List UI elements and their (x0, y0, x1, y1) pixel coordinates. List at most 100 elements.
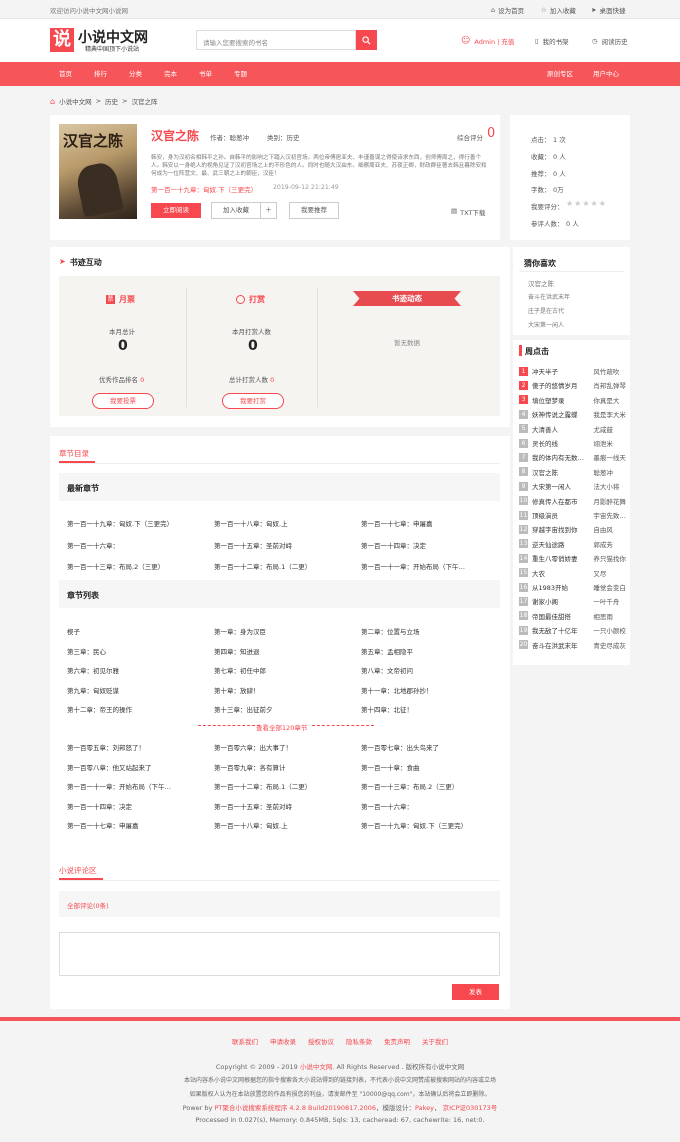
chapter-link[interactable]: 第一百一十章：食曲 (361, 762, 493, 772)
chapter-link[interactable]: 第三章：民心 (67, 646, 199, 656)
nav-item-rank[interactable]: 排行 (94, 62, 107, 86)
rank-book-name[interactable]: 汉官之陈 (532, 467, 593, 477)
guess-item[interactable]: 汉官之陈 (528, 278, 554, 288)
search-button[interactable] (356, 30, 377, 50)
reward-button[interactable]: 我要打赏 (222, 393, 284, 409)
rank-book-name[interactable]: 我的体内有无数… (532, 452, 593, 462)
add-to-shelf-button[interactable]: 加入收藏 (211, 202, 261, 219)
txt-download-link[interactable]: ▤ TXT下载 (451, 207, 485, 217)
chapter-link[interactable]: 第一百一十八章：匈奴.上 (214, 820, 346, 830)
rank-book-name[interactable]: 穿越字宙找到你 (532, 524, 593, 534)
weekly-rank-row[interactable]: 15 大农 又尽 (519, 567, 627, 579)
chapter-link[interactable]: 第一百一十六章： (361, 801, 493, 811)
rank-book-name[interactable]: 逆天仙途路 (532, 539, 593, 549)
nav-item-original[interactable]: 原创专区 (547, 62, 573, 86)
chapter-link[interactable]: 第八章：文帝初问 (361, 665, 493, 675)
weekly-rank-row[interactable]: 9 大宋第一闲人 法大小将 (519, 480, 627, 492)
recommend-button[interactable]: 我要推荐 (289, 202, 339, 219)
all-comments-link[interactable]: 全部评论(0条) (67, 900, 109, 910)
chapter-link[interactable]: 第一百一十七章：申屠嘉 (67, 820, 199, 830)
guess-item[interactable]: 大宋第一闲人 (528, 320, 564, 329)
site-logo[interactable]: 说 (50, 28, 74, 52)
chapter-link[interactable]: 第五章：孟相隐平 (361, 646, 493, 656)
chapter-link[interactable]: 第一百一十九章：匈奴.下（三更完） (361, 820, 493, 830)
chapter-link[interactable]: 第一百零八章：他又站起来了 (67, 762, 199, 772)
nav-item-home[interactable]: 首页 (59, 62, 72, 86)
weekly-rank-row[interactable]: 6 灵长的线 翊泄米 (519, 437, 627, 449)
chapter-link[interactable]: 第九章：匈奴贬谋 (67, 685, 199, 695)
rating-stars[interactable]: ★★★★★ (566, 199, 607, 208)
book-author[interactable]: 聪葱冲 (230, 134, 250, 142)
rank-book-name[interactable]: 帝国最佳甜搭 (532, 611, 593, 621)
chapter-link[interactable]: 第十二章：帝王的操作 (67, 704, 199, 714)
rank-book-name[interactable]: 大农 (532, 568, 593, 578)
chapter-link[interactable]: 第一百一十一章：开始布局（下午… (67, 781, 199, 791)
book-category[interactable]: 历史 (287, 134, 300, 142)
chapter-link[interactable]: 第一百一十四章：决定 (67, 801, 199, 811)
tab-catalog[interactable]: 章节目录 (59, 448, 89, 459)
add-plus-button[interactable]: ＋ (260, 202, 277, 219)
nav-item-topic[interactable]: 专题 (234, 62, 247, 86)
chapter-link[interactable]: 楔子 (67, 626, 199, 636)
bookshelf-link[interactable]: ▯ 我的书架 (535, 36, 569, 46)
weekly-rank-row[interactable]: 1 冲天半子 风竹疏吹 (519, 365, 627, 377)
chapter-link[interactable]: 第一百一十一章：开始布局（下午… (361, 561, 493, 571)
weekly-rank-row[interactable]: 10 修真传人在都市 月影醉花舞 (519, 495, 627, 507)
set-home-link[interactable]: ⌂ 设为首页 (491, 5, 524, 15)
chapter-link[interactable]: 第六章：初见尔雅 (67, 665, 199, 675)
weekly-rank-row[interactable]: 4 妖神传说之露蝶 我是李大米 (519, 408, 627, 420)
rank-book-name[interactable]: 灵长的线 (532, 438, 593, 448)
chapter-link[interactable]: 第七章：初任中郎 (214, 665, 346, 675)
weekly-rank-row[interactable]: 2 傻子的悠情岁月 肖邦乱弹琴 (519, 379, 627, 391)
chapter-link[interactable]: 第一百零七章：出头鸟来了 (361, 742, 493, 752)
chapter-link[interactable]: 第一百零九章：各有算计 (214, 762, 346, 772)
chapter-link[interactable]: 第一章：身为汉臣 (214, 626, 346, 636)
weekly-rank-row[interactable]: 14 重生八零俏娇妻 养只猫找你 (519, 552, 627, 564)
rank-book-name[interactable]: 重生八零俏娇妻 (532, 553, 593, 563)
chapter-link[interactable]: 第一百一十四章：决定 (361, 540, 493, 550)
read-now-button[interactable]: 立即阅读 (151, 203, 201, 218)
latest-chapter-link[interactable]: 第一百一十九章：匈奴.下（三更完） (151, 184, 257, 194)
chapter-link[interactable]: 第一百一十五章：圣前对峙 (214, 801, 346, 811)
weekly-rank-row[interactable]: 16 从1983开始 睡觉会变白 (519, 581, 627, 593)
rank-book-name[interactable]: 谢家小阁 (532, 596, 593, 606)
chapter-link[interactable]: 第四章：知进退 (214, 646, 346, 656)
chapter-link[interactable]: 第一百零五章：刘邦怒了！ (67, 742, 199, 752)
footer-link-privacy[interactable]: 隐私条款 (346, 1036, 372, 1046)
weekly-rank-row[interactable]: 18 帝国最佳甜搭 相思雨 (519, 610, 627, 622)
chapter-link[interactable]: 第一百一十七章：申屠嘉 (361, 518, 493, 528)
weekly-rank-row[interactable]: 5 大清善人 尤咸鼓 (519, 423, 627, 435)
reading-history-link[interactable]: ◷ 阅读历史 (592, 36, 628, 46)
footer-link-about[interactable]: 关于我们 (422, 1036, 448, 1046)
chapter-link[interactable]: 第一百一十五章：圣前对峙 (214, 540, 346, 550)
rank-book-name[interactable]: 大清善人 (532, 424, 593, 434)
rank-book-name[interactable]: 我无敌了十亿年 (532, 625, 593, 635)
breadcrumb-category[interactable]: 历史 (105, 96, 118, 106)
rank-book-name[interactable]: 顶级演员 (532, 510, 593, 520)
user-account-link[interactable]: ☺ Admin | 充值 (461, 36, 514, 46)
weekly-rank-row[interactable]: 13 逆天仙途路 郭成芳 (519, 538, 627, 550)
nav-item-category[interactable]: 分类 (129, 62, 142, 86)
weekly-rank-row[interactable]: 20 奋斗在洪武末年 青史尽成灰 (519, 639, 627, 651)
search-input[interactable]: 请输入您要搜索的书名 (196, 30, 356, 50)
weekly-rank-row[interactable]: 12 穿越字宙找到你 自由风 (519, 523, 627, 535)
chapter-link[interactable]: 第一百一十九章：匈奴.下（三更完） (67, 518, 199, 528)
weekly-rank-row[interactable]: 7 我的体内有无数… 墨痕一线天 (519, 451, 627, 463)
rank-book-name[interactable]: 填位塑梦录 (532, 395, 593, 405)
rank-book-name[interactable]: 妖神传说之露蝶 (532, 409, 593, 419)
weekly-rank-row[interactable]: 8 汉官之陈 聪葱冲 (519, 466, 627, 478)
chapter-link[interactable]: 第一百零六章：出大事了！ (214, 742, 346, 752)
submit-comment-button[interactable]: 发表 (452, 984, 499, 1000)
chapter-link[interactable]: 第一百一十三章：布局.2（三更） (361, 781, 493, 791)
chapter-link[interactable]: 第十三章：出征前夕 (214, 704, 346, 714)
chapter-link[interactable]: 第一百一十二章：布局.1（二更） (214, 561, 346, 571)
nav-item-booklist[interactable]: 书单 (199, 62, 212, 86)
view-all-chapters-link[interactable]: 查看全部120章节 (256, 722, 307, 732)
rank-book-name[interactable]: 冲天半子 (532, 366, 593, 376)
breadcrumb-home[interactable]: 小说中文网 (59, 96, 92, 106)
chapter-link[interactable]: 第一百一十八章：匈奴.上 (214, 518, 346, 528)
weekly-rank-row[interactable]: 17 谢家小阁 一叶千舟 (519, 595, 627, 607)
guess-item[interactable]: 奋斗在洪武末年 (528, 292, 570, 301)
chapter-link[interactable]: 第一百一十三章：布局.2（三更） (67, 561, 199, 571)
footer-link-license[interactable]: 授权协议 (308, 1036, 334, 1046)
